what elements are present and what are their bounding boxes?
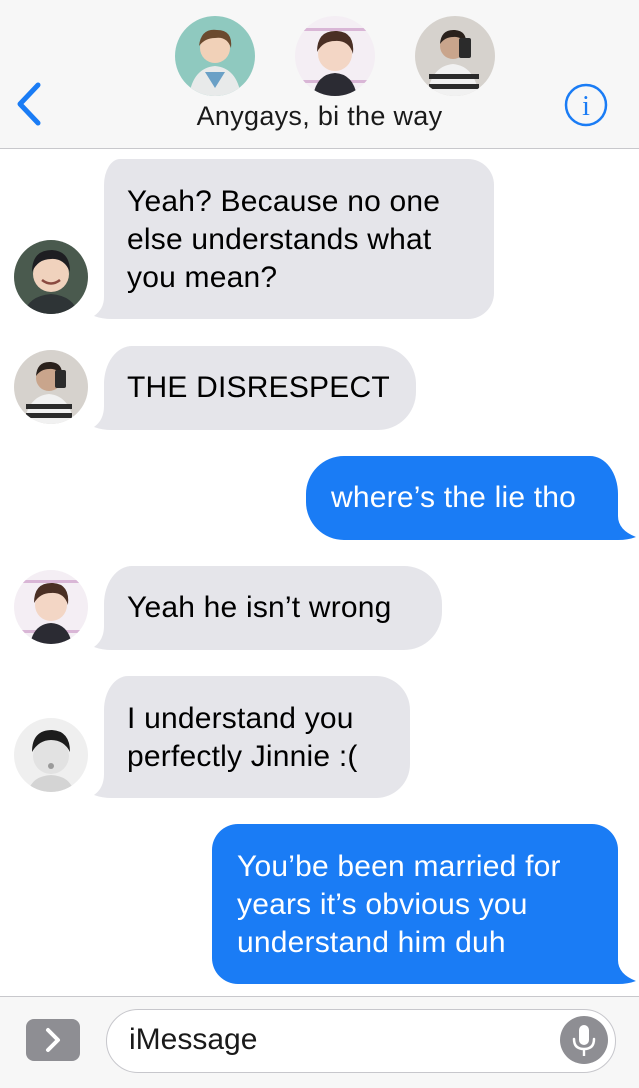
incoming-message-bubble[interactable]: I understand you perfectly Jinnie :( [94,676,410,798]
outgoing-message-bubble[interactable]: where’s the lie tho [306,456,636,540]
group-avatar[interactable] [295,16,375,96]
message-input-placeholder: iMessage [129,1023,258,1056]
svg-text:i: i [582,91,590,122]
incoming-message-bubble[interactable]: THE DISRESPECT [94,346,416,430]
message-text: THE DISRESPECT [127,371,390,404]
message-text: where’s the lie tho [331,481,577,514]
incoming-message-bubble[interactable]: Yeah he isn’t wrong [94,566,442,650]
apps-button[interactable] [26,1019,80,1061]
conversation-header: Anygays, bi the way i [0,0,639,149]
info-button[interactable]: i [563,82,609,128]
avatar[interactable] [14,350,88,424]
message-text: Yeah he isn’t wrong [127,591,392,624]
chevron-right-icon [46,1028,60,1052]
message-text: You’be been married for years it’s obvio… [237,850,561,959]
avatar[interactable] [14,718,88,792]
conversation-title: Anygays, bi the way [196,101,443,131]
info-icon: i [564,83,608,127]
message-input[interactable]: iMessage [106,1009,616,1073]
outgoing-message-bubble[interactable]: You’be been married for years it’s obvio… [212,824,636,984]
microphone-icon [572,1025,596,1056]
incoming-message-bubble[interactable]: Yeah? Because no one else understands wh… [94,159,494,319]
avatar[interactable] [14,570,88,644]
group-avatar[interactable] [175,16,255,96]
message-text: Yeah? Because no one else understands wh… [127,185,441,294]
avatar[interactable] [14,240,88,314]
dictation-button[interactable] [560,1016,608,1064]
message-text: I understand you perfectly Jinnie :( [127,702,358,773]
group-avatar[interactable] [415,16,495,96]
message-composer: iMessage [0,996,639,1088]
